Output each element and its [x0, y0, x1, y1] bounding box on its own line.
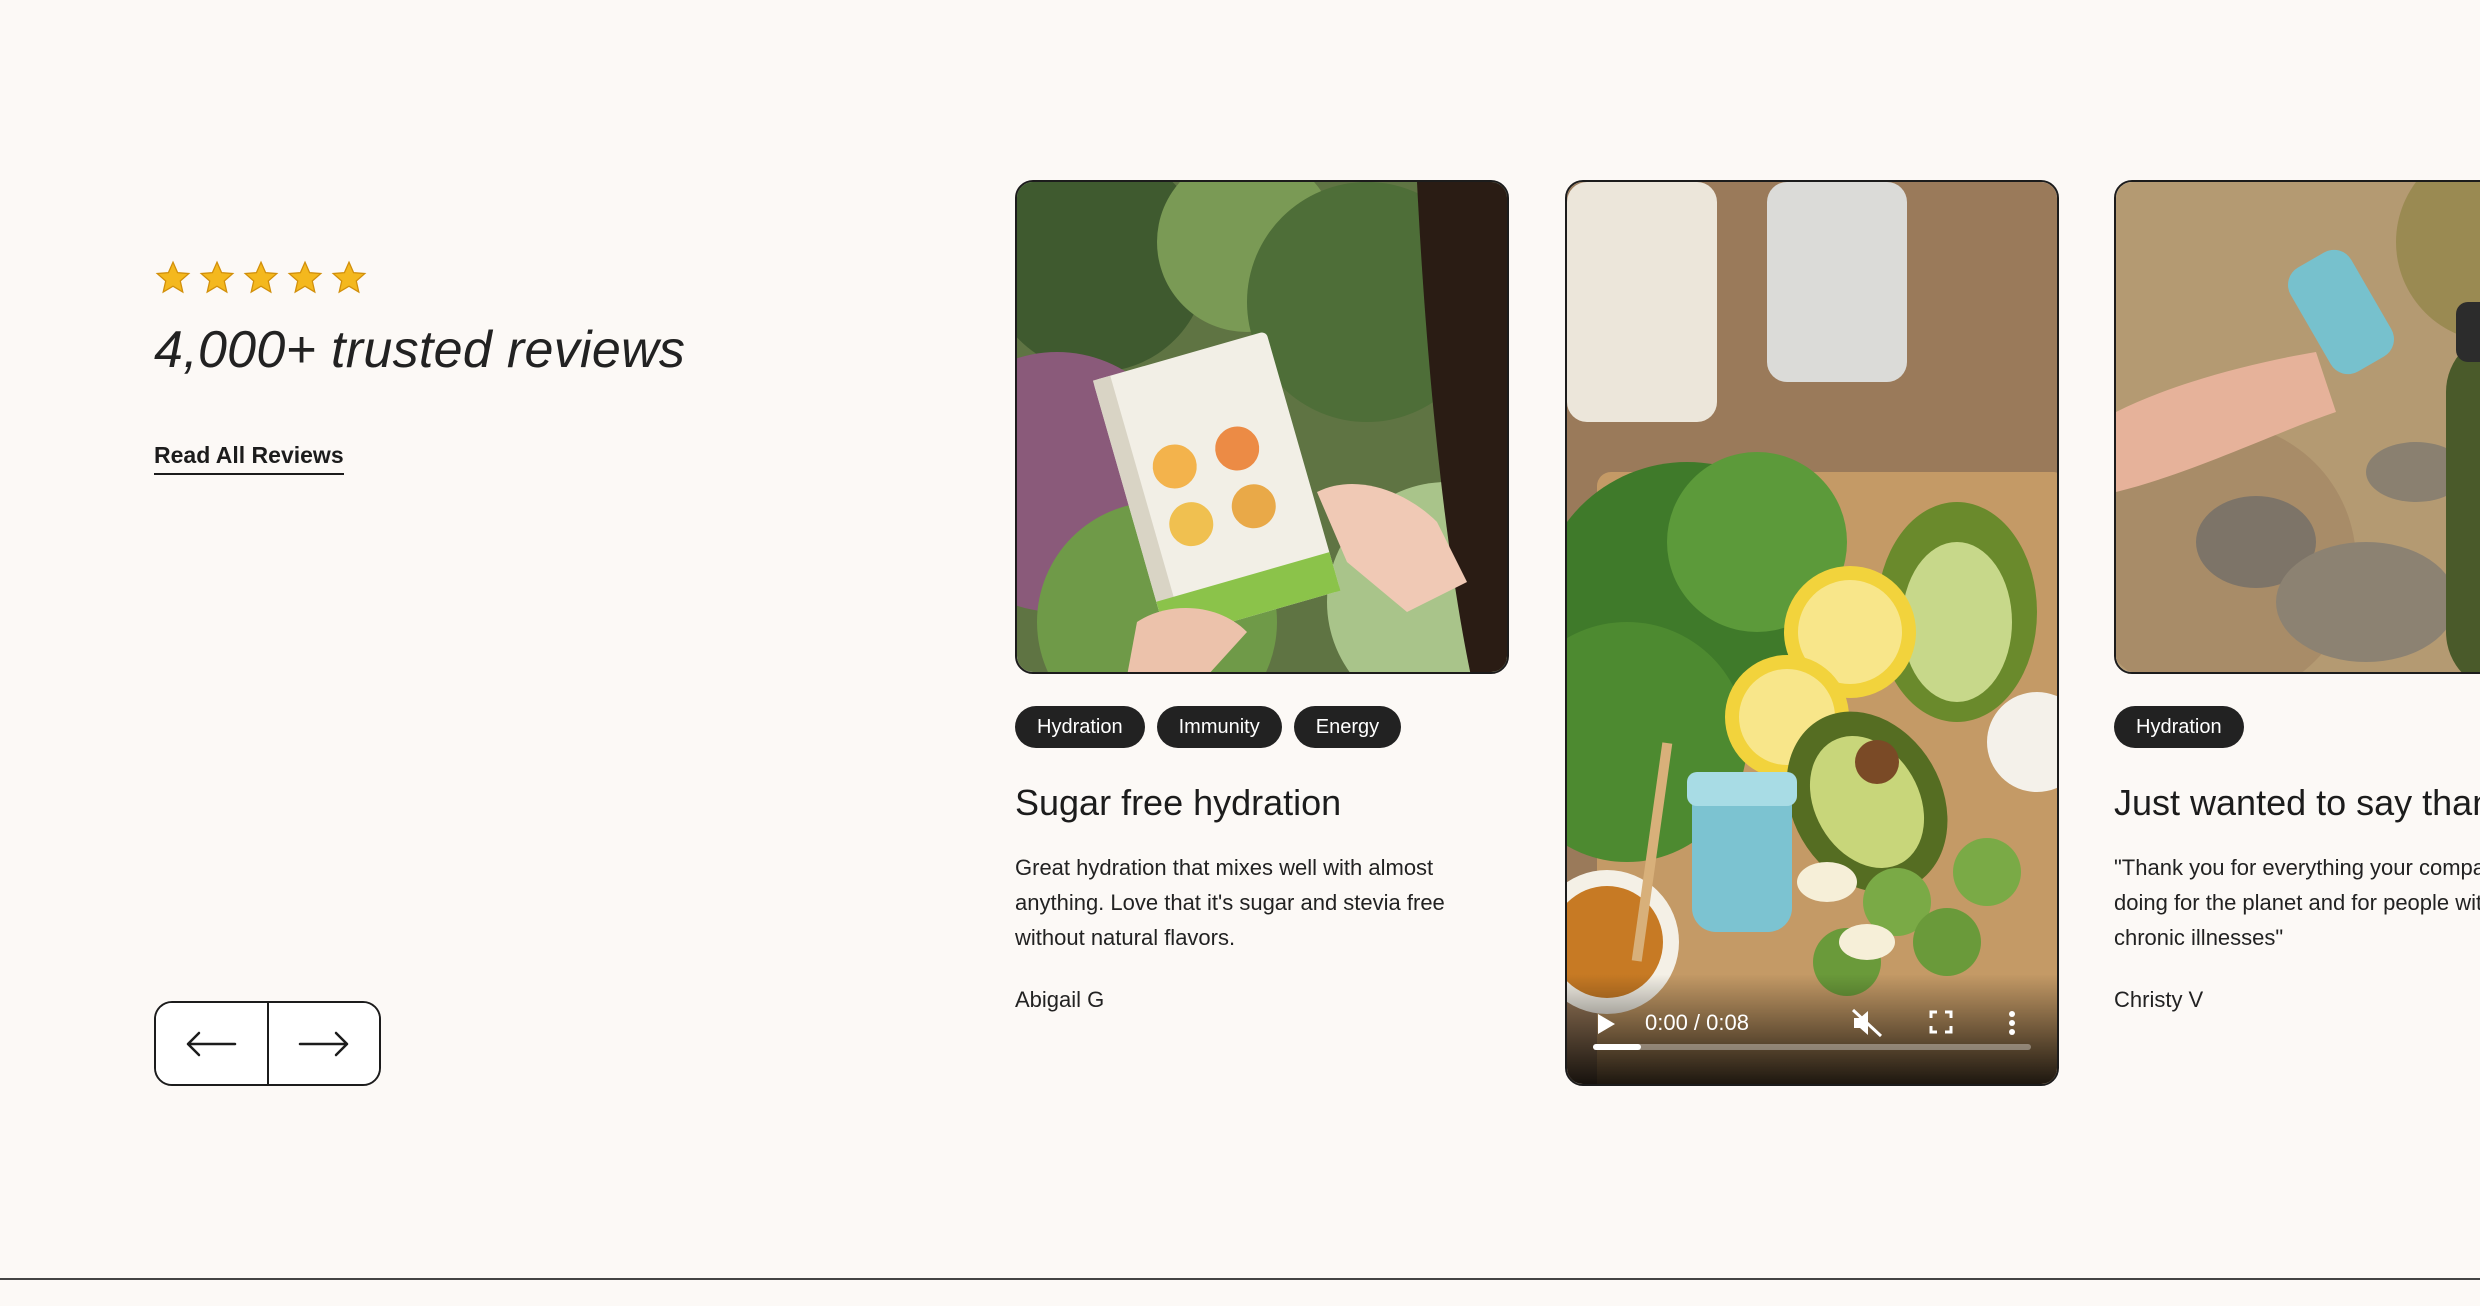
section-divider: [0, 1278, 2480, 1280]
review-card: Hydration Just wanted to say thank you "…: [2114, 180, 2480, 1013]
review-body-line: chronic illnesses": [2114, 925, 2284, 950]
star-icon: [287, 260, 323, 294]
review-photo: [1015, 180, 1509, 674]
water-bottle-outdoor-image: [2116, 182, 2480, 672]
star-icon: [331, 260, 367, 294]
star-icon: [199, 260, 235, 294]
tag-energy[interactable]: Energy: [1293, 706, 1402, 748]
read-all-reviews-link[interactable]: Read All Reviews: [154, 442, 344, 475]
review-body-line: anything. Love that it's sugar and stevi…: [1015, 890, 1445, 915]
produce-aisle-image: [1017, 182, 1507, 672]
reviews-headline: 4,000+ trusted reviews: [154, 321, 686, 379]
tag-hydration[interactable]: Hydration: [2114, 706, 2244, 748]
review-body-line: Great hydration that mixes well with alm…: [1015, 855, 1434, 880]
review-tags: Hydration: [2114, 706, 2480, 748]
reviews-intro: 4,000+ trusted reviews Read All Reviews: [154, 256, 914, 475]
tag-immunity[interactable]: Immunity: [1156, 706, 1282, 748]
review-body: "Thank you for everything your company i…: [2114, 850, 2480, 955]
review-card: Hydration Immunity Energy Sugar free hyd…: [1015, 180, 1509, 1013]
review-photo: [2114, 180, 2480, 674]
more-options-icon[interactable]: [2007, 1010, 2017, 1036]
arrow-left-icon: [187, 1031, 237, 1056]
reviews-section: 4,000+ trusted reviews Read All Reviews: [0, 0, 2480, 1306]
review-body: Great hydration that mixes well with alm…: [1015, 850, 1509, 955]
review-body-line: "Thank you for everything your company i…: [2114, 855, 2480, 880]
review-title: Sugar free hydration: [1015, 782, 1342, 823]
review-author: Abigail G: [1015, 987, 1105, 1012]
review-video[interactable]: 0:00 / 0:08: [1565, 180, 2059, 1086]
arrow-right-icon: [298, 1031, 348, 1056]
review-title: Just wanted to say thank you: [2114, 782, 2480, 823]
review-body-line: without natural flavors.: [1015, 925, 1236, 950]
review-author: Christy V: [2114, 987, 2204, 1012]
smoothie-ingredients-image: [1567, 182, 2057, 1084]
rating-stars: [154, 256, 914, 300]
play-icon[interactable]: [1595, 1012, 1617, 1036]
review-tags: Hydration Immunity Energy: [1015, 706, 1509, 748]
video-progress-fill: [1593, 1044, 1642, 1050]
star-icon: [155, 260, 191, 294]
video-controls: 0:00 / 0:08: [1567, 974, 2057, 1084]
star-icon: [243, 260, 279, 294]
carousel-nav: [154, 1001, 381, 1086]
tag-hydration[interactable]: Hydration: [1015, 706, 1145, 748]
review-body-line: doing for the planet and for people with: [2114, 890, 2480, 915]
previous-button[interactable]: [156, 1003, 267, 1084]
mute-icon[interactable]: [1851, 1008, 1883, 1038]
video-time: 0:00 / 0:08: [1645, 1010, 1749, 1035]
fullscreen-icon[interactable]: [1929, 1010, 1953, 1034]
next-button[interactable]: [266, 1003, 379, 1084]
video-progress-track[interactable]: [1593, 1044, 2031, 1050]
